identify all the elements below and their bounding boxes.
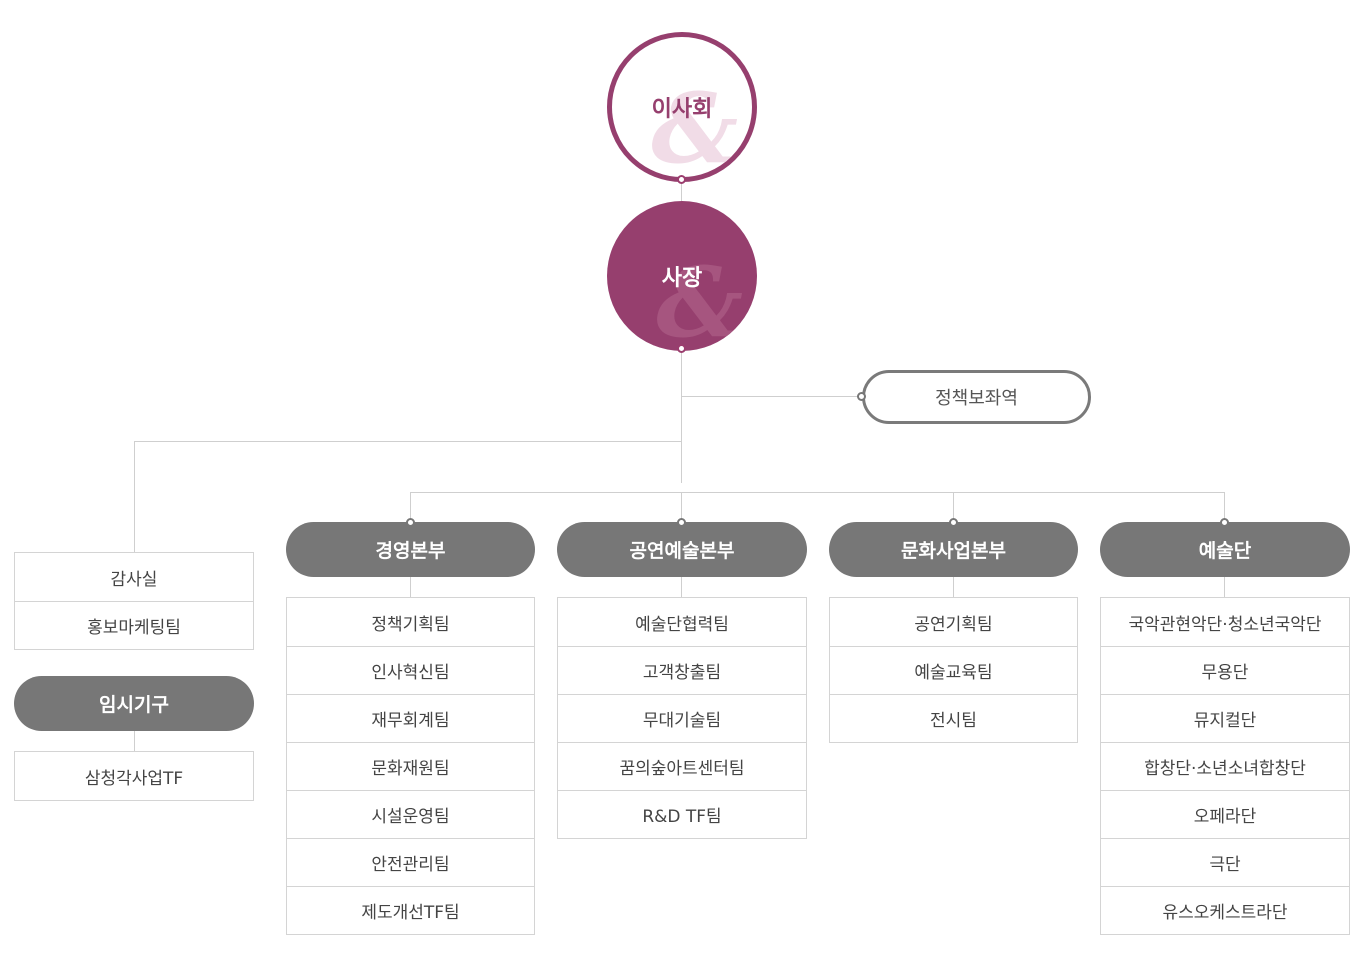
connector-dot — [677, 344, 686, 353]
connector-dot — [677, 175, 686, 184]
division-header: 공연예술본부 — [557, 522, 807, 577]
audit-box: 감사실 홍보마케팅팀 — [14, 552, 254, 650]
team-item: 유스오케스트라단 — [1101, 886, 1349, 934]
division-header: 문화사업본부 — [829, 522, 1078, 577]
ornament-icon: & — [651, 72, 738, 182]
division-header: 예술단 — [1100, 522, 1350, 577]
audit-item: 감사실 — [110, 569, 158, 590]
team-item: 무용단 — [1101, 646, 1349, 694]
team-list: 국악관현악단·청소년국악단 무용단 뮤지컬단 합창단·소년소녀합창단 오페라단 … — [1100, 597, 1350, 935]
connector-divisions-horizontal — [410, 492, 1225, 493]
team-item: 공연기획팀 — [914, 614, 993, 635]
team-item: 문화재원팀 — [287, 742, 534, 790]
connector-division-2-teams — [681, 576, 682, 598]
division-title: 공연예술본부 — [629, 540, 735, 562]
team-item: 국악관현악단·청소년국악단 — [1128, 614, 1322, 635]
team-item: 합창단·소년소녀합창단 — [1101, 742, 1349, 790]
board-label: 이사회 — [651, 97, 713, 122]
connector-division-4-teams — [1224, 576, 1225, 598]
division-header: 경영본부 — [286, 522, 535, 577]
team-item: 오페라단 — [1101, 790, 1349, 838]
connector-audit-vertical — [134, 441, 135, 553]
team-item: 꿈의숲아트센터팀 — [558, 742, 806, 790]
connector-division-3-teams — [953, 576, 954, 598]
connector-division-1-teams — [410, 576, 411, 598]
team-item: 시설운영팀 — [287, 790, 534, 838]
team-item: 뮤지컬단 — [1101, 694, 1349, 742]
team-item: 무대기술팀 — [558, 694, 806, 742]
team-list: 정책기획팀 인사혁신팀 재무회계팀 문화재원팀 시설운영팀 안전관리팀 제도개선… — [286, 597, 535, 935]
president-circle: & 사장 — [607, 201, 757, 351]
team-item: 전시팀 — [830, 694, 1077, 742]
connector-president-trunk — [681, 350, 682, 483]
team-item: 안전관리팀 — [287, 838, 534, 886]
team-list: 예술단협력팀 고객창출팀 무대기술팀 꿈의숲아트센터팀 R&D TF팀 — [557, 597, 807, 839]
team-item: 고객창출팀 — [558, 646, 806, 694]
temporary-item: 삼청각사업TF — [84, 768, 184, 789]
connector-audit-horizontal — [134, 441, 682, 442]
temporary-title: 임시기구 — [99, 694, 169, 716]
team-item: 예술교육팀 — [830, 646, 1077, 694]
team-item: 재무회계팀 — [287, 694, 534, 742]
team-list: 공연기획팀 예술교육팀 전시팀 — [829, 597, 1078, 743]
team-item: R&D TF팀 — [558, 790, 806, 838]
temporary-box: 삼청각사업TF — [14, 751, 254, 801]
division-title: 경영본부 — [375, 540, 446, 562]
board-circle: & 이사회 — [607, 32, 757, 182]
connector-dot — [406, 518, 415, 527]
team-item: 제도개선TF팀 — [287, 886, 534, 934]
president-label: 사장 — [661, 266, 703, 291]
advisor-box: 정책보좌역 — [862, 370, 1091, 424]
connector-dot — [1220, 518, 1229, 527]
team-item: 인사혁신팀 — [287, 646, 534, 694]
connector-temporary-items — [134, 730, 135, 752]
division-title: 예술단 — [1198, 540, 1252, 562]
division-title: 문화사업본부 — [901, 540, 1006, 562]
advisor-label: 정책보좌역 — [935, 388, 1018, 409]
connector-dot — [949, 518, 958, 527]
team-item: 극단 — [1101, 838, 1349, 886]
connector-dot — [677, 518, 686, 527]
audit-item: 홍보마케팅팀 — [15, 601, 253, 649]
temporary-pill: 임시기구 — [14, 676, 254, 731]
team-item: 예술단협력팀 — [635, 614, 729, 635]
connector-advisor — [681, 396, 863, 397]
connector-dot — [857, 392, 866, 401]
team-item: 정책기획팀 — [371, 614, 450, 635]
